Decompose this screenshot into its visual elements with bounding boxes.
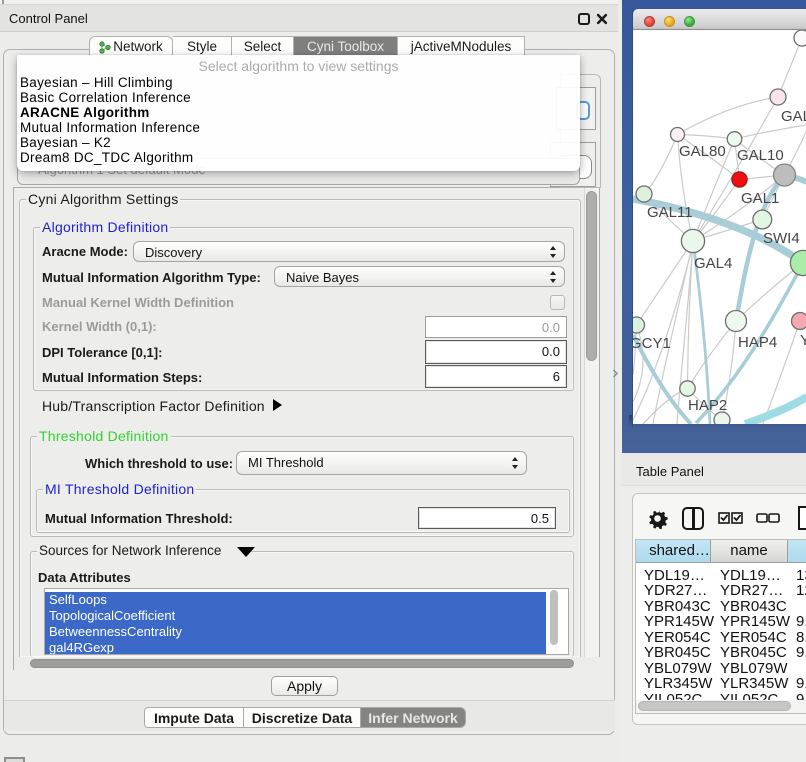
svg-text:YJ: YJ (800, 332, 806, 349)
svg-text:SWI4: SWI4 (763, 230, 800, 247)
svg-text:HAP2: HAP2 (688, 397, 727, 414)
svg-text:GCY1: GCY1 (633, 335, 671, 352)
svg-text:GAL80: GAL80 (679, 143, 726, 160)
svg-text:GAL10: GAL10 (737, 147, 784, 164)
svg-text:GAL2: GAL2 (781, 108, 806, 125)
svg-text:HAP4: HAP4 (738, 334, 777, 351)
svg-text:GAL11: GAL11 (647, 204, 693, 221)
svg-text:GAL1: GAL1 (741, 190, 779, 207)
svg-text:GAL4: GAL4 (694, 255, 732, 272)
